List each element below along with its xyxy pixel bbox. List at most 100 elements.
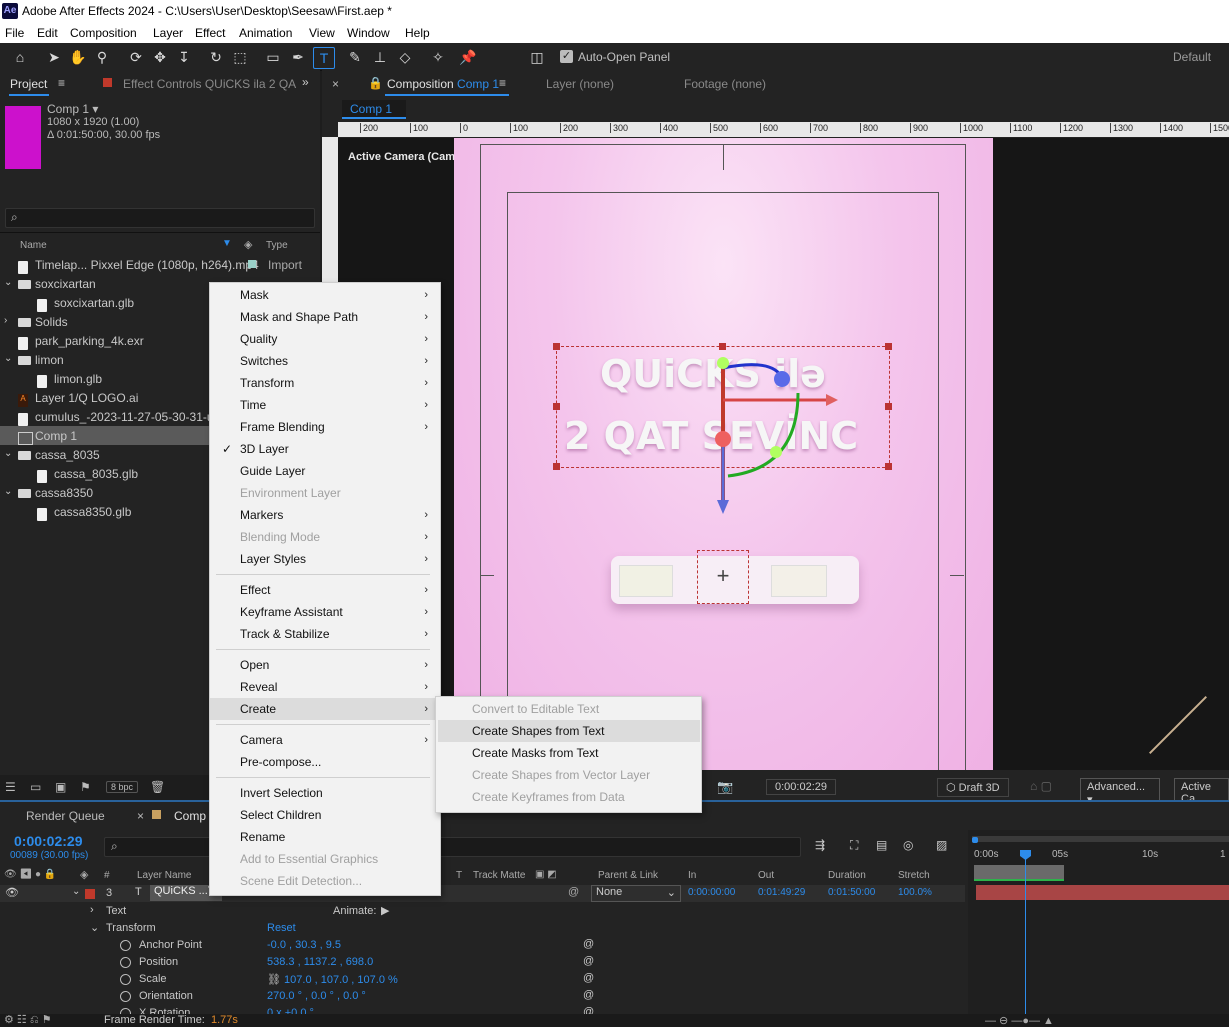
rotate-tool-icon[interactable]: ↻	[206, 47, 226, 67]
menu-item-open[interactable]: Open ›	[210, 654, 440, 676]
property-value[interactable]: Reset	[267, 922, 296, 934]
column-type[interactable]: Type	[266, 240, 288, 251]
menu-item-effect[interactable]: Effect ›	[210, 579, 440, 601]
3d-gizmo-icon[interactable]	[698, 338, 858, 528]
home-icon[interactable]: ⌂	[10, 47, 30, 67]
composition-viewer[interactable]: Active Camera (Camera 1) QUiCKS ilə 2 QA…	[338, 138, 1229, 770]
property-row[interactable]: ⌄ Transform Reset	[0, 920, 965, 937]
eraser-tool-icon[interactable]: ◇	[395, 47, 415, 67]
expression-pickwhip-icon[interactable]: @	[583, 955, 594, 967]
menu-item-keyframe-assistant[interactable]: Keyframe Assistant ›	[210, 601, 440, 623]
menu-item-switches[interactable]: Switches ›	[210, 350, 440, 372]
menu-item-mask[interactable]: Mask ›	[210, 284, 440, 306]
motion-blur-icon[interactable]: ◎	[903, 838, 913, 852]
lock-icon[interactable]: 🔒	[368, 76, 383, 90]
transform-handle[interactable]	[885, 463, 892, 470]
menu-item-reveal[interactable]: Reveal ›	[210, 676, 440, 698]
menu-view[interactable]: View	[309, 26, 335, 40]
stopwatch-icon[interactable]	[120, 957, 131, 971]
layer-row[interactable]: 👁 ⌄ 3 T QUiCKS ...T SEVİNC @ None⌄ 0:00:…	[0, 885, 965, 902]
type-tool-icon[interactable]: T	[313, 47, 335, 69]
graph-editor-icon[interactable]: ▨	[936, 838, 947, 852]
menu-item-quality[interactable]: Quality ›	[210, 328, 440, 350]
tab-layer[interactable]: Layer (none)	[546, 77, 614, 91]
current-time[interactable]: 0:00:02:29	[14, 833, 83, 849]
panel-overflow-icon[interactable]: »	[302, 75, 309, 89]
menu-item-select-children[interactable]: Select Children	[210, 804, 440, 826]
twirl-chevron-right-icon[interactable]: ›	[4, 315, 7, 326]
layer-in[interactable]: 0:00:00:00	[688, 887, 735, 898]
panel-menu-icon[interactable]: ≡	[499, 76, 506, 90]
column-out[interactable]: Out	[758, 870, 774, 881]
stopwatch-icon[interactable]	[120, 974, 131, 988]
parent-dropdown[interactable]: None ⌄	[591, 885, 681, 902]
menu-composition[interactable]: Composition	[70, 26, 137, 40]
close-timeline-tab-icon[interactable]: ×	[137, 809, 144, 823]
animate-button-icon[interactable]: ▶	[381, 904, 389, 917]
property-row[interactable]: Orientation 270.0 ° , 0.0 ° , 0.0 ° @	[0, 988, 965, 1005]
menu-item-markers[interactable]: Markers ›	[210, 504, 440, 526]
menu-item-invert-selection[interactable]: Invert Selection	[210, 782, 440, 804]
bit-depth-button[interactable]: 8 bpc	[106, 781, 139, 793]
menu-edit[interactable]: Edit	[37, 26, 58, 40]
property-row[interactable]: › Text Animate: ▶	[0, 903, 965, 920]
new-folder-icon[interactable]: ▭	[30, 780, 41, 794]
expression-pickwhip-icon[interactable]: @	[583, 989, 594, 1001]
anchor-tool-icon[interactable]: ⬚	[230, 47, 250, 67]
property-row[interactable]: Anchor Point -0.0 , 30.3 , 9.5 @	[0, 937, 965, 954]
menu-effect[interactable]: Effect	[195, 26, 225, 40]
menu-window[interactable]: Window	[347, 26, 390, 40]
twirl-chevron-down-icon[interactable]: ⌄	[4, 277, 12, 288]
menu-item-create[interactable]: Create ›	[210, 698, 440, 720]
pickwhip-icon[interactable]: @	[568, 886, 579, 898]
menu-file[interactable]: File	[5, 26, 24, 40]
menu-item-3d-layer[interactable]: ✓ 3D Layer	[210, 438, 440, 460]
stopwatch-icon[interactable]	[120, 940, 131, 954]
layer-out[interactable]: 0:01:49:29	[758, 887, 805, 898]
new-comp-icon[interactable]: ▣	[55, 780, 66, 794]
column-parent[interactable]: Parent & Link	[598, 870, 658, 881]
property-value[interactable]: 270.0 ° , 0.0 ° , 0.0 °	[267, 990, 366, 1002]
frame-blend-icon[interactable]: ▤	[876, 838, 887, 852]
menu-item-guide-layer[interactable]: Guide Layer	[210, 460, 440, 482]
zoom-tool-icon[interactable]: ⚲	[92, 47, 112, 67]
expression-pickwhip-icon[interactable]: @	[583, 972, 594, 984]
viewer-timecode[interactable]: 0:00:02:29	[766, 779, 836, 795]
transform-handle[interactable]	[885, 343, 892, 350]
tab-project[interactable]: Project	[10, 77, 47, 91]
add-icon[interactable]: +	[697, 550, 749, 604]
menu-item-frame-blending[interactable]: Frame Blending ›	[210, 416, 440, 438]
property-row[interactable]: Scale ⛓ 107.0 , 107.0 , 107.0 % @	[0, 971, 965, 988]
tab-render-queue[interactable]: Render Queue	[26, 809, 105, 823]
menu-item-camera[interactable]: Camera ›	[210, 729, 440, 751]
column-track-matte[interactable]: Track Matte	[473, 870, 525, 881]
dolly-tool-icon[interactable]: ↧	[174, 47, 194, 67]
submenu-item-create-shapes-from-text[interactable]: Create Shapes from Text	[438, 720, 700, 742]
panel-menu-icon[interactable]: ≡	[58, 76, 65, 90]
selection-tool-icon[interactable]: ➤	[44, 47, 64, 67]
twirl-chevron-down-icon[interactable]: ⌄	[4, 353, 12, 364]
column-in[interactable]: In	[688, 870, 696, 881]
status-icons[interactable]: ⚙ ☷ ⎌ ⚑	[4, 1013, 52, 1027]
column-name[interactable]: Name	[20, 240, 47, 251]
draft-3d-toggle[interactable]: ⬡ Draft 3D	[937, 778, 1009, 797]
snapshot-icon[interactable]: 📷	[717, 779, 733, 795]
pan-tool-icon[interactable]: ✥	[150, 47, 170, 67]
stopwatch-icon[interactable]	[120, 991, 131, 1005]
property-value[interactable]: ⛓ 107.0 , 107.0 , 107.0 %	[267, 973, 398, 986]
roto-brush-icon[interactable]: ✧	[428, 47, 448, 67]
menu-animation[interactable]: Animation	[239, 26, 292, 40]
property-value[interactable]: -0.0 , 30.3 , 9.5	[267, 939, 341, 951]
label-column-icon[interactable]: ◈	[244, 238, 252, 251]
tab-composition[interactable]: Composition Comp 1	[387, 77, 499, 91]
work-area-bar[interactable]	[974, 865, 1064, 879]
navigator-start[interactable]	[972, 837, 978, 843]
column-stretch[interactable]: Stretch	[898, 870, 930, 881]
twirl-chevron-down-icon[interactable]: ⌄	[4, 448, 12, 459]
twirl-chevron-down-icon[interactable]: ⌄	[72, 886, 80, 897]
zoom-slider[interactable]: — ⊖ —●— ▲	[985, 1014, 1054, 1027]
column-duration[interactable]: Duration	[828, 870, 866, 881]
layer-duration-bar[interactable]	[976, 885, 1229, 900]
menu-item-track-stabilize[interactable]: Track & Stabilize ›	[210, 623, 440, 645]
sort-chevron-icon[interactable]: ▼	[222, 238, 232, 249]
